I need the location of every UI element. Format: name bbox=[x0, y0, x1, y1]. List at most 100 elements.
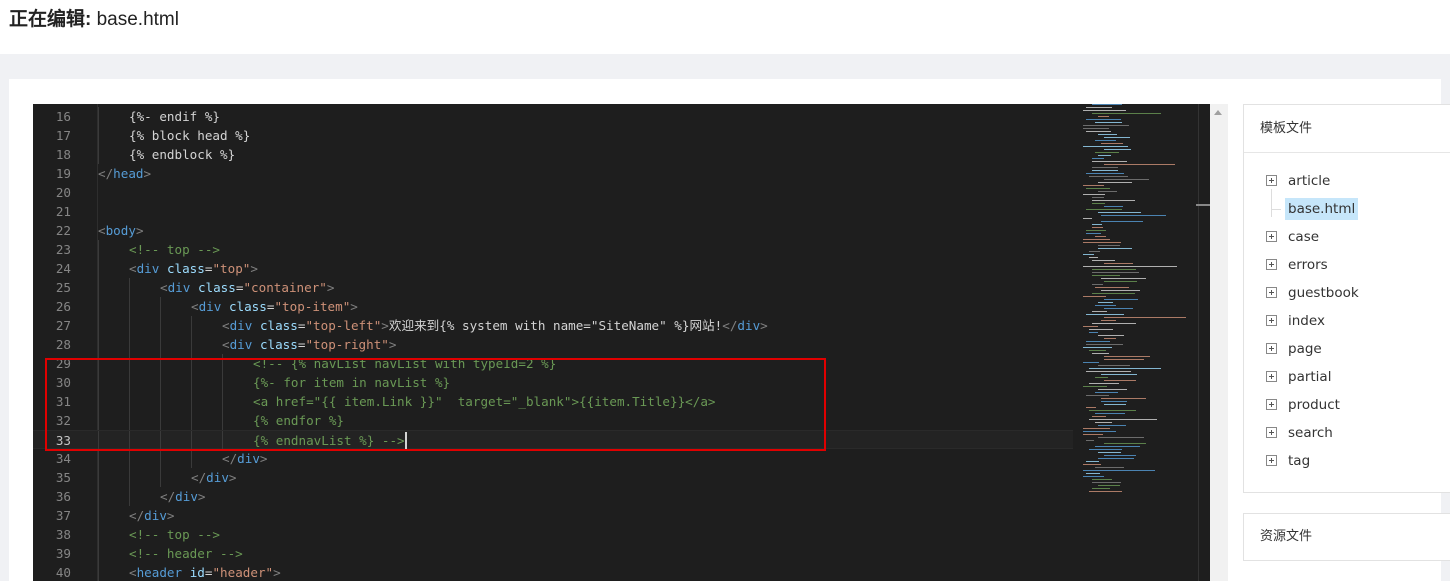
expand-plus-icon[interactable] bbox=[1266, 259, 1277, 270]
tree-folder-item[interactable]: errors bbox=[1244, 251, 1450, 279]
line-number: 39 bbox=[55, 546, 71, 561]
tree-item-label[interactable]: tag bbox=[1288, 447, 1310, 475]
code-line[interactable]: 38 <!-- top --> bbox=[33, 525, 1073, 544]
code-editor[interactable]: 16 {%- endif %} 17 {% block head %} 18 {% end… bbox=[33, 104, 1210, 581]
code-line[interactable]: 17 {% block head %} bbox=[33, 126, 1073, 145]
code-text: </div> bbox=[191, 468, 237, 487]
tree-item-label[interactable]: page bbox=[1288, 335, 1322, 363]
expand-plus-icon[interactable] bbox=[1266, 175, 1277, 186]
code-line[interactable]: 28 <div class="top-right"> bbox=[33, 335, 1073, 354]
expand-plus-icon[interactable] bbox=[1266, 427, 1277, 438]
code-line[interactable]: 25 <div class="container"> bbox=[33, 278, 1073, 297]
expand-plus-icon[interactable] bbox=[1266, 343, 1277, 354]
tree-item-label[interactable]: search bbox=[1288, 419, 1333, 447]
expand-plus-icon[interactable] bbox=[1266, 399, 1277, 410]
code-token: "top-right" bbox=[305, 337, 389, 352]
expand-plus-icon[interactable] bbox=[1266, 371, 1277, 382]
expand-plus-icon[interactable] bbox=[1266, 231, 1277, 242]
scroll-up-arrow-icon[interactable] bbox=[1214, 110, 1222, 115]
code-line[interactable]: 23 <!-- top --> bbox=[33, 240, 1073, 259]
minimap-line bbox=[1101, 221, 1143, 222]
code-line[interactable]: 18 {% endblock %} bbox=[33, 145, 1073, 164]
code-line[interactable]: 35 </div> bbox=[33, 468, 1073, 487]
expand-plus-icon[interactable] bbox=[1266, 287, 1277, 298]
code-token: > bbox=[135, 223, 144, 238]
tree-folder-item[interactable]: search bbox=[1244, 419, 1450, 447]
minimap-line bbox=[1083, 326, 1098, 327]
code-token: class bbox=[228, 299, 267, 314]
expand-plus-icon[interactable] bbox=[1266, 455, 1277, 466]
minimap-line bbox=[1098, 248, 1132, 249]
tree-folder-item[interactable]: product bbox=[1244, 391, 1450, 419]
tree-item-label[interactable]: case bbox=[1288, 223, 1319, 251]
minimap-line bbox=[1083, 125, 1129, 126]
minimap-line bbox=[1089, 257, 1099, 258]
minimap-line bbox=[1083, 431, 1116, 432]
editor-scrollbar[interactable] bbox=[1198, 104, 1210, 581]
minimap-line bbox=[1092, 488, 1111, 489]
minimap-line bbox=[1098, 302, 1113, 303]
tree-folder-item[interactable]: article bbox=[1244, 167, 1450, 195]
tree-folder-item[interactable]: page bbox=[1244, 335, 1450, 363]
minimap-line bbox=[1092, 260, 1116, 261]
indent-guide bbox=[98, 335, 99, 354]
code-line[interactable]: 21 bbox=[33, 202, 1073, 221]
code-line[interactable]: 16 {%- endif %} bbox=[33, 107, 1073, 126]
expand-plus-icon[interactable] bbox=[1266, 315, 1277, 326]
minimap-line bbox=[1089, 251, 1101, 252]
code-line[interactable]: 39 <!-- header --> bbox=[33, 544, 1073, 563]
tree-folder-item[interactable]: index bbox=[1244, 307, 1450, 335]
code-text: <!-- top --> bbox=[129, 525, 220, 544]
code-line[interactable]: 19 </head> bbox=[33, 164, 1073, 183]
code-text: <div class="container"> bbox=[160, 278, 334, 297]
minimap[interactable] bbox=[1083, 104, 1198, 504]
indent-guide bbox=[129, 449, 130, 468]
code-text: <body> bbox=[98, 221, 144, 240]
code-line[interactable]: 24 <div class="top"> bbox=[33, 259, 1073, 278]
minimap-line bbox=[1092, 479, 1113, 480]
tree-file-item[interactable]: base.html bbox=[1244, 189, 1450, 223]
code-line[interactable]: 37 </div> bbox=[33, 506, 1073, 525]
code-token: < bbox=[129, 261, 137, 276]
tree-item-label[interactable]: guestbook bbox=[1288, 279, 1359, 307]
minimap-line bbox=[1086, 461, 1099, 462]
code-token: "header" bbox=[212, 565, 274, 580]
indent-guide bbox=[98, 449, 99, 468]
code-token: div bbox=[167, 280, 191, 295]
code-token: class bbox=[259, 337, 298, 352]
line-number: 36 bbox=[55, 489, 71, 504]
code-line[interactable]: 34 </div> bbox=[33, 449, 1073, 468]
code-line[interactable]: 36 </div> bbox=[33, 487, 1073, 506]
code-line[interactable]: 22 <body> bbox=[33, 221, 1073, 240]
minimap-line bbox=[1092, 158, 1104, 159]
minimap-line bbox=[1101, 374, 1138, 375]
code-token: > bbox=[350, 299, 358, 314]
tree-folder-item[interactable]: guestbook bbox=[1244, 279, 1450, 307]
indent-guide bbox=[98, 107, 99, 126]
tree-item-label[interactable]: index bbox=[1288, 307, 1325, 335]
tree-folder-item[interactable]: partial bbox=[1244, 363, 1450, 391]
resource-files-title[interactable]: 资源文件 bbox=[1244, 514, 1450, 560]
tree-item-label[interactable]: article bbox=[1288, 167, 1330, 195]
tree-item-label[interactable]: partial bbox=[1288, 363, 1331, 391]
tree-item-label[interactable]: errors bbox=[1288, 251, 1328, 279]
tree-folder-item[interactable]: case bbox=[1244, 223, 1450, 251]
tree-item-label[interactable]: base.html bbox=[1285, 198, 1359, 220]
minimap-line bbox=[1086, 107, 1112, 108]
minimap-line bbox=[1092, 104, 1123, 105]
line-number: 28 bbox=[55, 337, 71, 352]
code-line[interactable]: 27 <div class="top-left">欢迎来到{% system wi… bbox=[33, 316, 1073, 335]
minimap-line bbox=[1086, 440, 1095, 441]
code-line[interactable]: 26 <div class="top-item"> bbox=[33, 297, 1073, 316]
tree-item-label[interactable]: product bbox=[1288, 391, 1340, 419]
code-token: > bbox=[326, 280, 335, 295]
line-number: 23 bbox=[55, 242, 71, 257]
code-line[interactable]: 40 <header id="header"> bbox=[33, 563, 1073, 581]
minimap-line bbox=[1083, 185, 1104, 186]
code-line[interactable]: 20 bbox=[33, 183, 1073, 202]
code-token: > bbox=[273, 565, 281, 580]
tree-folder-item[interactable]: tag bbox=[1244, 447, 1450, 475]
page-scrollbar[interactable] bbox=[1210, 104, 1228, 581]
editor-scrollbar-thumb[interactable] bbox=[1196, 204, 1210, 206]
